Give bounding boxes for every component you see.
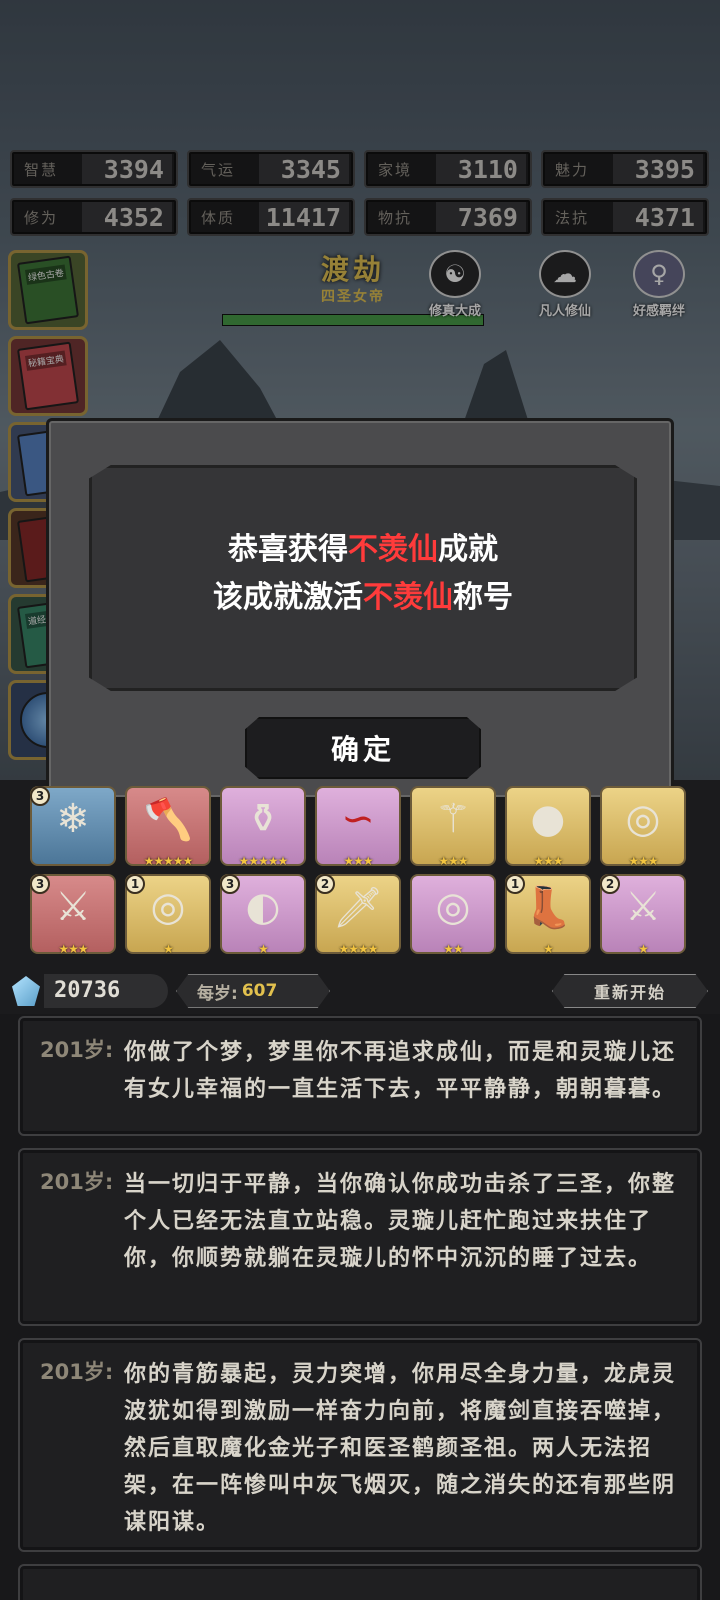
item-slot[interactable]: ◎ 1 ★ — [125, 874, 211, 956]
item-count: 2 — [600, 874, 620, 894]
message-text: 称号 — [453, 580, 513, 615]
spirit-stone-amount: 20736 — [44, 974, 168, 1008]
log-text: 你的青筋暴起，灵力突增，你用尽全身力量，龙虎灵波犹如得到激励一样奋力向前，将魔剑… — [124, 1362, 677, 1535]
ring-icon: ◎ — [435, 884, 471, 930]
log-age: 201岁: — [40, 1038, 114, 1062]
confirm-button[interactable]: 确定 — [245, 717, 481, 779]
log-entry: 201岁: 你的青筋暴起，灵力突增，你用尽全身力量，龙虎灵波犹如得到激励一样奋力… — [18, 1338, 702, 1552]
bottle-icon: ⚱ — [246, 796, 280, 842]
achievement-dialog: 恭喜获得不羡仙成就 该成就激活不羡仙称号 确定 — [46, 418, 674, 800]
item-stars: ★★★ — [628, 854, 658, 868]
dialog-message: 恭喜获得不羡仙成就 该成就激活不羡仙称号 — [92, 526, 634, 622]
log-text: 当一切归于平静，当你确认你成功击杀了三圣，你整个人已经无法直立站稳。灵璇儿赶忙跑… — [124, 1172, 677, 1271]
item-stars: ★★★ — [343, 854, 373, 868]
item-stars: ★ — [258, 942, 269, 956]
spirit-stone-icon — [12, 976, 40, 1006]
restart-button[interactable]: 重新开始 — [552, 974, 708, 1008]
log-entry: 201岁: 当一切归于平静，当你确认你成功击杀了三圣，你整个人已经无法直立站稳。… — [18, 1148, 702, 1326]
item-stars: ★★★ — [58, 942, 88, 956]
item-count: 1 — [505, 874, 525, 894]
staff-icon: ⚚ — [435, 796, 471, 842]
title-name: 不羡仙 — [363, 580, 453, 615]
log-entry: 201岁: 你做了个梦，梦里你不再追求成仙，而是和灵璇儿还有女儿幸福的一直生活下… — [18, 1016, 702, 1136]
per-year-value: 607 — [241, 981, 278, 1001]
item-stars: ★★★ — [438, 854, 468, 868]
item-slot[interactable]: 🗡 2 ★★★★ — [315, 874, 401, 956]
item-stars: ★ — [543, 942, 554, 956]
message-text: 该成就激活 — [213, 580, 363, 615]
message-line-1: 恭喜获得不羡仙成就 — [92, 526, 634, 574]
currency-bar: 20736 每岁: 607 重新开始 — [0, 972, 720, 1012]
achievement-name: 不羡仙 — [348, 532, 438, 567]
item-stars: ★ — [638, 942, 649, 956]
item-stars: ★★★ — [533, 854, 563, 868]
item-slot[interactable]: ∽ ★★★ — [315, 786, 401, 868]
ribbon-icon: ∽ — [341, 796, 375, 842]
message-text: 恭喜获得 — [228, 532, 348, 567]
log-age: 201岁: — [40, 1170, 114, 1194]
item-slot[interactable]: ❄ 3 — [30, 786, 116, 866]
item-stars: ★★★★★ — [143, 854, 194, 868]
per-year-label: 每岁: — [197, 983, 238, 1004]
item-stars: ★★★★ — [338, 942, 378, 956]
item-stars: ★★★★★ — [238, 854, 289, 868]
item-count: 3 — [30, 786, 50, 806]
log-age: 201岁: — [40, 1360, 114, 1384]
item-slot[interactable]: ⚱ ★★★★★ — [220, 786, 306, 868]
item-count: 2 — [315, 874, 335, 894]
item-slot[interactable]: ⚔ 3 ★★★ — [30, 874, 116, 956]
axe-icon: 🪓 — [143, 797, 193, 843]
item-count: 1 — [125, 874, 145, 894]
message-text: 成就 — [438, 532, 498, 567]
item-slot[interactable]: ◎ ★★★ — [600, 786, 686, 868]
item-count: 3 — [220, 874, 240, 894]
egg-icon: ● — [530, 796, 566, 842]
ring-icon: ◎ — [625, 796, 661, 842]
per-year-panel: 每岁: 607 — [176, 974, 330, 1008]
item-slot[interactable]: ◎ ★★ — [410, 874, 496, 956]
item-slot[interactable]: ● ★★★ — [505, 786, 591, 868]
dialog-message-panel: 恭喜获得不羡仙成就 该成就激活不羡仙称号 — [89, 465, 637, 691]
item-slot[interactable]: ◐ 3 ★ — [220, 874, 306, 956]
item-grid: ❄ 3 🪓 ★★★★★ ⚱ ★★★★★ ∽ ★★★ ⚚ ★★★ ● ★★★ ◎ ★★★ ⚔ 3 ★… — [30, 786, 694, 956]
event-log[interactable]: 201岁: 你做了个梦，梦里你不再追求成仙，而是和灵璇儿还有女儿幸福的一直生活下… — [0, 1014, 720, 1600]
log-entry-partial — [18, 1564, 702, 1600]
item-slot[interactable]: ⚚ ★★★ — [410, 786, 496, 868]
item-slot[interactable]: ⚔ 2 ★ — [600, 874, 686, 956]
item-slot[interactable]: 👢 1 ★ — [505, 874, 591, 956]
item-stars: ★★ — [443, 942, 464, 956]
log-text: 你做了个梦，梦里你不再追求成仙，而是和灵璇儿还有女儿幸福的一直生活下去，平平静静… — [124, 1040, 677, 1102]
item-count: 3 — [30, 874, 50, 894]
item-stars: ★ — [163, 942, 174, 956]
message-line-2: 该成就激活不羡仙称号 — [92, 574, 634, 622]
item-slot[interactable]: 🪓 ★★★★★ — [125, 786, 211, 868]
